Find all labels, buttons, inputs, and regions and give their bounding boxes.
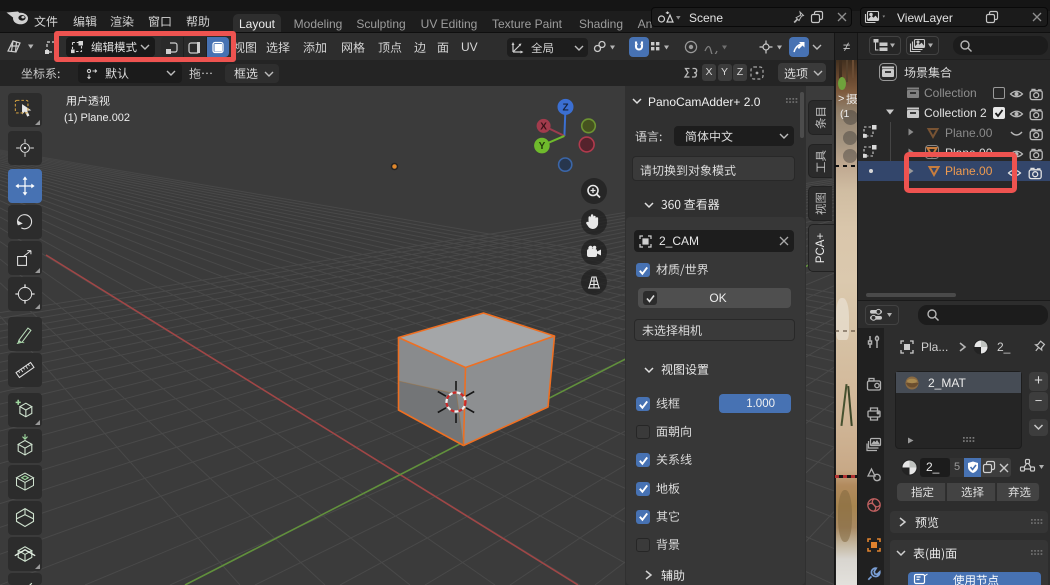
svg-text:Z: Z <box>562 102 568 113</box>
svg-text:Y: Y <box>539 141 546 152</box>
svg-text:X: X <box>540 121 547 132</box>
